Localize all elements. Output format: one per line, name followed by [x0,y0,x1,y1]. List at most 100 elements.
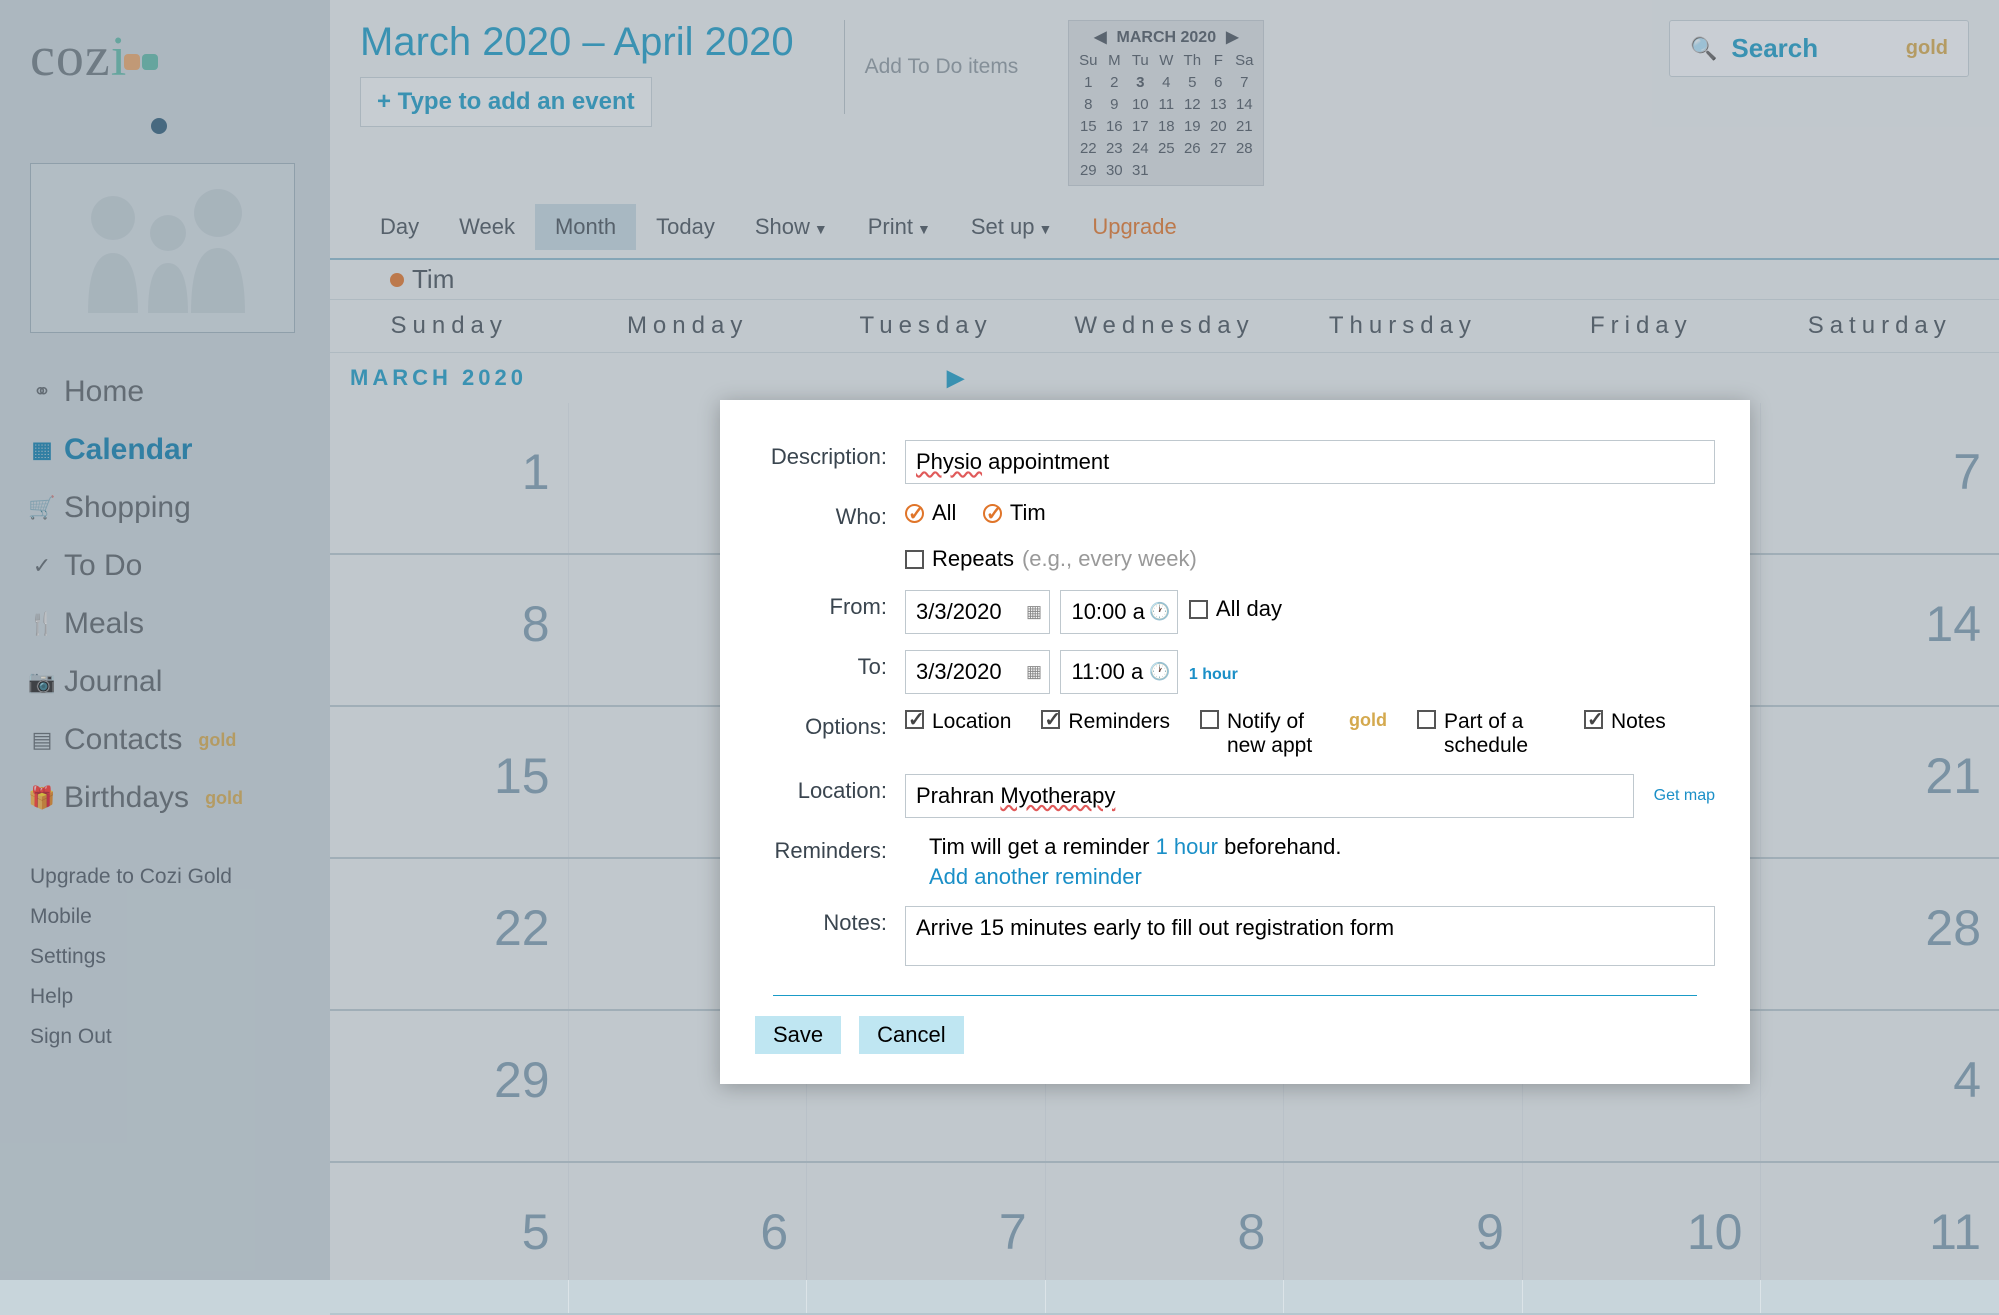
nav-todo[interactable]: ✓To Do [30,537,300,595]
mini-cal-date[interactable]: 19 [1179,115,1205,137]
calendar-cell[interactable]: 5 [330,1163,569,1313]
repeats-check[interactable]: Repeats (e.g., every week) [905,546,1197,572]
mini-cal-date[interactable] [1231,159,1257,181]
link-help[interactable]: Help [30,977,300,1017]
mini-cal-date[interactable]: 15 [1075,115,1101,137]
calendar-cell[interactable]: 7 [807,1163,1046,1313]
calendar-cell[interactable]: 29 [330,1011,569,1161]
clock-icon[interactable]: 🕐 [1149,602,1170,622]
mini-cal-prev[interactable]: ◀ [1084,29,1116,46]
mini-cal-date[interactable]: 17 [1127,115,1153,137]
search-box[interactable]: 🔍 Search gold [1669,20,1969,77]
calendar-cell[interactable]: 9 [1284,1163,1523,1313]
calendar-cell[interactable]: 8 [330,555,569,705]
link-settings[interactable]: Settings [30,937,300,977]
cancel-button[interactable]: Cancel [859,1016,963,1054]
calendar-icon[interactable]: ▦ [1026,602,1042,622]
nav-home[interactable]: ⚭Home [30,363,300,421]
opt-location[interactable]: Location [905,710,1011,758]
mini-cal-date[interactable]: 5 [1179,71,1205,93]
add-reminder-link[interactable]: Add another reminder [929,864,1715,890]
who-tim[interactable]: Tim [983,500,1046,526]
mini-cal-date[interactable]: 22 [1075,137,1101,159]
menu-setup[interactable]: Set up▼ [951,204,1072,250]
mini-cal-date[interactable]: 4 [1153,71,1179,93]
calendar-cell[interactable]: 6 [569,1163,808,1313]
opt-schedule[interactable]: Part of a schedule [1417,710,1554,758]
mini-cal-next[interactable]: ▶ [1216,29,1248,46]
add-event-input[interactable]: + Type to add an event [360,77,652,127]
mini-cal-date[interactable]: 3 [1127,71,1153,93]
mini-cal-date[interactable]: 1 [1075,71,1101,93]
mini-cal-date[interactable]: 30 [1101,159,1127,181]
get-map-link[interactable]: Get map [1654,787,1715,805]
menu-print[interactable]: Print▼ [848,204,951,250]
view-today[interactable]: Today [636,204,735,250]
opt-notify[interactable]: Notify of new apptgold [1200,710,1387,758]
notes-input[interactable]: Arrive 15 minutes early to fill out regi… [905,906,1715,966]
add-todo-link[interactable]: Add To Do items [844,20,1039,114]
mini-cal-date[interactable]: 12 [1179,93,1205,115]
nav-meals[interactable]: 🍴Meals [30,595,300,653]
calendar-cell[interactable]: 21 [1761,707,1999,857]
nav-contacts[interactable]: ▤Contactsgold [30,711,300,769]
mini-cal-date[interactable]: 6 [1205,71,1231,93]
mini-cal-date[interactable]: 8 [1075,93,1101,115]
mini-cal-date[interactable]: 29 [1075,159,1101,181]
calendar-cell[interactable]: 7 [1761,403,1999,553]
mini-cal-date[interactable]: 10 [1127,93,1153,115]
calendar-cell[interactable]: 14 [1761,555,1999,705]
family-avatar[interactable] [30,163,295,333]
view-week[interactable]: Week [439,204,535,250]
mini-cal-date[interactable]: 21 [1231,115,1257,137]
nav-calendar[interactable]: ▦Calendar [30,421,300,479]
calendar-cell[interactable]: 1 [330,403,569,553]
calendar-cell[interactable]: 15 [330,707,569,857]
mini-cal-date[interactable]: 24 [1127,137,1153,159]
link-upgrade-gold[interactable]: Upgrade to Cozi Gold [30,857,300,897]
mini-cal-date[interactable]: 7 [1231,71,1257,93]
nav-journal[interactable]: 📷Journal [30,653,300,711]
link-upgrade[interactable]: Upgrade [1072,204,1196,250]
mini-cal-date[interactable]: 23 [1101,137,1127,159]
nav-shopping[interactable]: 🛒Shopping [30,479,300,537]
mini-cal-date[interactable]: 25 [1153,137,1179,159]
mini-cal-date[interactable]: 18 [1153,115,1179,137]
link-mobile[interactable]: Mobile [30,897,300,937]
mini-cal-date[interactable]: 2 [1101,71,1127,93]
mini-calendar[interactable]: ◀MARCH 2020▶ SuMTuWThFSa 123456789101112… [1068,20,1264,186]
mini-cal-date[interactable]: 20 [1205,115,1231,137]
calendar-cell[interactable]: 4 [1761,1011,1999,1161]
mini-cal-date[interactable]: 16 [1101,115,1127,137]
calendar-icon[interactable]: ▦ [1026,662,1042,682]
location-input[interactable]: Prahran Myotherapy [905,774,1634,818]
mini-cal-date[interactable]: 28 [1231,137,1257,159]
link-signout[interactable]: Sign Out [30,1017,300,1057]
calendar-cell[interactable]: 8 [1046,1163,1285,1313]
duration-link[interactable]: 1 hour [1189,666,1238,683]
mini-cal-date[interactable]: 26 [1179,137,1205,159]
nav-birthdays[interactable]: 🎁Birthdaysgold [30,769,300,827]
opt-notes[interactable]: Notes [1584,710,1666,758]
mini-cal-date[interactable] [1205,159,1231,181]
view-day[interactable]: Day [360,204,439,250]
who-all[interactable]: All [905,500,956,526]
mini-cal-date[interactable]: 31 [1127,159,1153,181]
calendar-cell[interactable]: 22 [330,859,569,1009]
calendar-cell[interactable]: 10 [1523,1163,1762,1313]
save-button[interactable]: Save [755,1016,841,1054]
user-filter-row[interactable]: Tim [330,258,1999,300]
mini-cal-date[interactable]: 9 [1101,93,1127,115]
all-day-check[interactable]: All day [1189,596,1282,622]
mini-cal-date[interactable]: 11 [1153,93,1179,115]
mini-cal-date[interactable] [1153,159,1179,181]
reminder-duration-link[interactable]: 1 hour [1156,834,1218,859]
mini-cal-date[interactable]: 14 [1231,93,1257,115]
description-input[interactable]: Physio appointment [905,440,1715,484]
mini-cal-date[interactable]: 27 [1205,137,1231,159]
calendar-cell[interactable]: 11 [1761,1163,1999,1313]
calendar-cell[interactable]: 28 [1761,859,1999,1009]
view-month[interactable]: Month [535,204,636,250]
opt-reminders[interactable]: Reminders [1041,710,1170,758]
play-arrow-icon[interactable]: ▶ [947,365,968,390]
